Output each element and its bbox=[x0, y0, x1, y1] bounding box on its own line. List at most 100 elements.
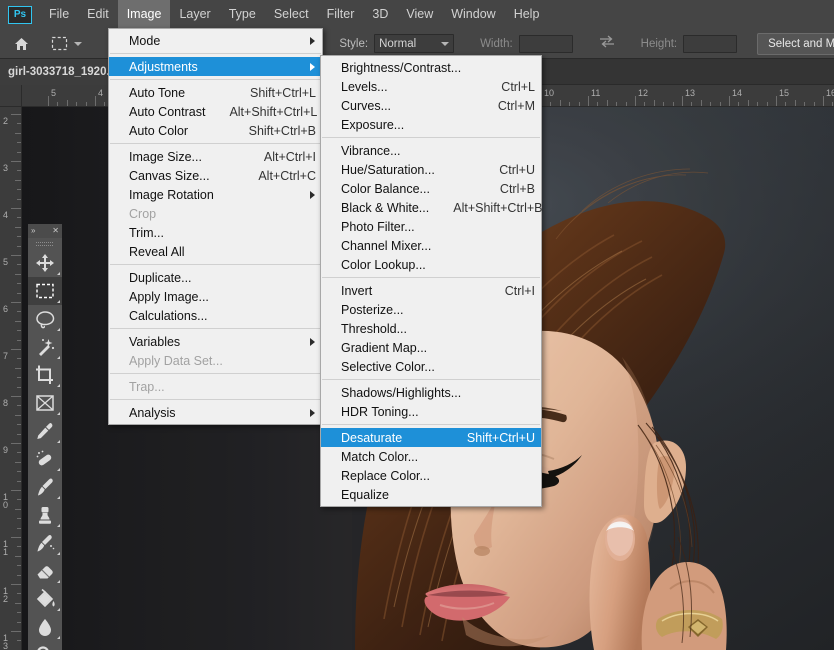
gradient-tool[interactable] bbox=[28, 585, 62, 613]
menu-item-label: Selective Color... bbox=[341, 360, 435, 374]
menu-item-calculations[interactable]: Calculations... bbox=[109, 306, 322, 325]
menu-item-image-rotation[interactable]: Image Rotation bbox=[109, 185, 322, 204]
eyedropper-tool[interactable] bbox=[28, 417, 62, 445]
ruler-minor-tick bbox=[17, 293, 21, 294]
menu-item-selective-color[interactable]: Selective Color... bbox=[321, 357, 541, 376]
menu-item-auto-tone[interactable]: Auto ToneShift+Ctrl+L bbox=[109, 83, 322, 102]
menu-item-channel-mixer[interactable]: Channel Mixer... bbox=[321, 236, 541, 255]
menu-item-photo-filter[interactable]: Photo Filter... bbox=[321, 217, 541, 236]
menu-item-adjustments[interactable]: Adjustments bbox=[109, 57, 322, 76]
menu-item-invert[interactable]: InvertCtrl+I bbox=[321, 281, 541, 300]
document-tab[interactable]: girl-3033718_1920.j bbox=[0, 59, 122, 85]
image-menu-dropdown[interactable]: ModeAdjustmentsAuto ToneShift+Ctrl+LAuto… bbox=[108, 28, 323, 425]
ruler-minor-tick bbox=[104, 102, 105, 106]
ruler-tick bbox=[823, 96, 824, 106]
ruler-minor-tick bbox=[17, 518, 21, 519]
menu-item-brightness-contrast[interactable]: Brightness/Contrast... bbox=[321, 58, 541, 77]
menu-layer[interactable]: Layer bbox=[170, 0, 219, 29]
blur-tool[interactable] bbox=[28, 613, 62, 641]
tools-panel-header[interactable]: » ✕ bbox=[28, 224, 62, 238]
menu-item-equalize[interactable]: Equalize bbox=[321, 485, 541, 504]
menu-item-canvas-size[interactable]: Canvas Size...Alt+Ctrl+C bbox=[109, 166, 322, 185]
menu-item-posterize[interactable]: Posterize... bbox=[321, 300, 541, 319]
menu-edit[interactable]: Edit bbox=[78, 0, 118, 29]
menu-type[interactable]: Type bbox=[220, 0, 265, 29]
height-input[interactable] bbox=[683, 35, 737, 53]
crop-tool[interactable] bbox=[28, 361, 62, 389]
ruler-minor-tick bbox=[560, 100, 561, 106]
tool-preset-picker[interactable] bbox=[45, 32, 88, 56]
swap-arrows-icon[interactable] bbox=[599, 35, 615, 53]
ruler-minor-tick bbox=[17, 499, 21, 500]
ruler-minor-tick bbox=[663, 102, 664, 106]
adjustments-submenu-dropdown[interactable]: Brightness/Contrast... Levels...Ctrl+LCur… bbox=[320, 55, 542, 507]
brush-tool[interactable] bbox=[28, 473, 62, 501]
chevron-down-icon[interactable] bbox=[441, 42, 449, 46]
frame-tool[interactable] bbox=[28, 389, 62, 417]
ruler-minor-tick bbox=[17, 142, 21, 143]
menu-item-threshold[interactable]: Threshold... bbox=[321, 319, 541, 338]
menu-item-variables[interactable]: Variables bbox=[109, 332, 322, 351]
menu-item-mode[interactable]: Mode bbox=[109, 31, 322, 50]
clone-stamp-tool[interactable] bbox=[28, 501, 62, 529]
menu-select[interactable]: Select bbox=[265, 0, 318, 29]
select-and-mask-button[interactable]: Select and Mask... bbox=[757, 33, 834, 55]
menu-item-shadows-highlights[interactable]: Shadows/Highlights... bbox=[321, 383, 541, 402]
spot-healing-brush-tool[interactable] bbox=[28, 445, 62, 473]
menu-item-color-balance[interactable]: Color Balance...Ctrl+B bbox=[321, 179, 541, 198]
double-chevron-right-icon[interactable]: » bbox=[31, 227, 35, 235]
menu-item-vibrance[interactable]: Vibrance... bbox=[321, 141, 541, 160]
ruler-minor-tick bbox=[673, 102, 674, 106]
menu-item-levels[interactable]: Levels...Ctrl+L bbox=[321, 77, 541, 96]
healing-brush-icon bbox=[34, 448, 56, 470]
menu-item-replace-color[interactable]: Replace Color... bbox=[321, 466, 541, 485]
menu-item-auto-color[interactable]: Auto ColorShift+Ctrl+B bbox=[109, 121, 322, 140]
tool-group-indicator bbox=[57, 272, 60, 275]
menu-item-match-color[interactable]: Match Color... bbox=[321, 447, 541, 466]
object-selection-tool[interactable] bbox=[28, 333, 62, 361]
vertical-ruler[interactable]: 2345678910111213141516 bbox=[0, 107, 22, 650]
menu-item-image-size[interactable]: Image Size...Alt+Ctrl+I bbox=[109, 147, 322, 166]
rectangular-marquee-tool[interactable] bbox=[28, 277, 62, 305]
history-brush-tool[interactable] bbox=[28, 529, 62, 557]
menu-item-trim[interactable]: Trim... bbox=[109, 223, 322, 242]
ruler-tick bbox=[11, 631, 21, 632]
home-icon[interactable] bbox=[14, 32, 29, 56]
style-select[interactable]: Normal bbox=[374, 34, 454, 53]
lasso-tool[interactable] bbox=[28, 305, 62, 333]
menu-item-desaturate[interactable]: DesaturateShift+Ctrl+U bbox=[321, 428, 541, 447]
menu-item-analysis[interactable]: Analysis bbox=[109, 403, 322, 422]
ruler-tick bbox=[11, 208, 21, 209]
dodge-tool[interactable] bbox=[28, 641, 62, 650]
eraser-tool[interactable] bbox=[28, 557, 62, 585]
chevron-down-icon[interactable] bbox=[74, 42, 82, 46]
menu-item-auto-contrast[interactable]: Auto ContrastAlt+Shift+Ctrl+L bbox=[109, 102, 322, 121]
width-input[interactable] bbox=[519, 35, 573, 53]
close-icon[interactable]: ✕ bbox=[52, 227, 59, 235]
menu-file[interactable]: File bbox=[40, 0, 78, 29]
ruler-minor-tick bbox=[654, 100, 655, 106]
menu-3d[interactable]: 3D bbox=[363, 0, 397, 29]
menu-window[interactable]: Window bbox=[442, 0, 504, 29]
menu-item-hue-saturation[interactable]: Hue/Saturation...Ctrl+U bbox=[321, 160, 541, 179]
menu-item-reveal-all[interactable]: Reveal All bbox=[109, 242, 322, 261]
menu-item-gradient-map[interactable]: Gradient Map... bbox=[321, 338, 541, 357]
menu-item-hdr-toning[interactable]: HDR Toning... bbox=[321, 402, 541, 421]
menu-filter[interactable]: Filter bbox=[318, 0, 364, 29]
menu-item-exposure[interactable]: Exposure... bbox=[321, 115, 541, 134]
menu-view[interactable]: View bbox=[397, 0, 442, 29]
tool-group-indicator bbox=[57, 468, 60, 471]
menu-separator bbox=[110, 328, 321, 329]
ruler-minor-tick bbox=[15, 603, 21, 604]
menu-item-apply-image[interactable]: Apply Image... bbox=[109, 287, 322, 306]
menu-separator bbox=[322, 379, 540, 380]
menu-item-label: Brightness/Contrast... bbox=[341, 61, 461, 75]
move-tool[interactable] bbox=[28, 249, 62, 277]
menu-item-black-white[interactable]: Black & White...Alt+Shift+Ctrl+B bbox=[321, 198, 541, 217]
panel-grip[interactable] bbox=[28, 238, 62, 249]
menu-item-color-lookup[interactable]: Color Lookup... bbox=[321, 255, 541, 274]
menu-item-curves[interactable]: Curves...Ctrl+M bbox=[321, 96, 541, 115]
menu-item-duplicate[interactable]: Duplicate... bbox=[109, 268, 322, 287]
menu-image[interactable]: Image bbox=[118, 0, 171, 29]
menu-help[interactable]: Help bbox=[505, 0, 549, 29]
